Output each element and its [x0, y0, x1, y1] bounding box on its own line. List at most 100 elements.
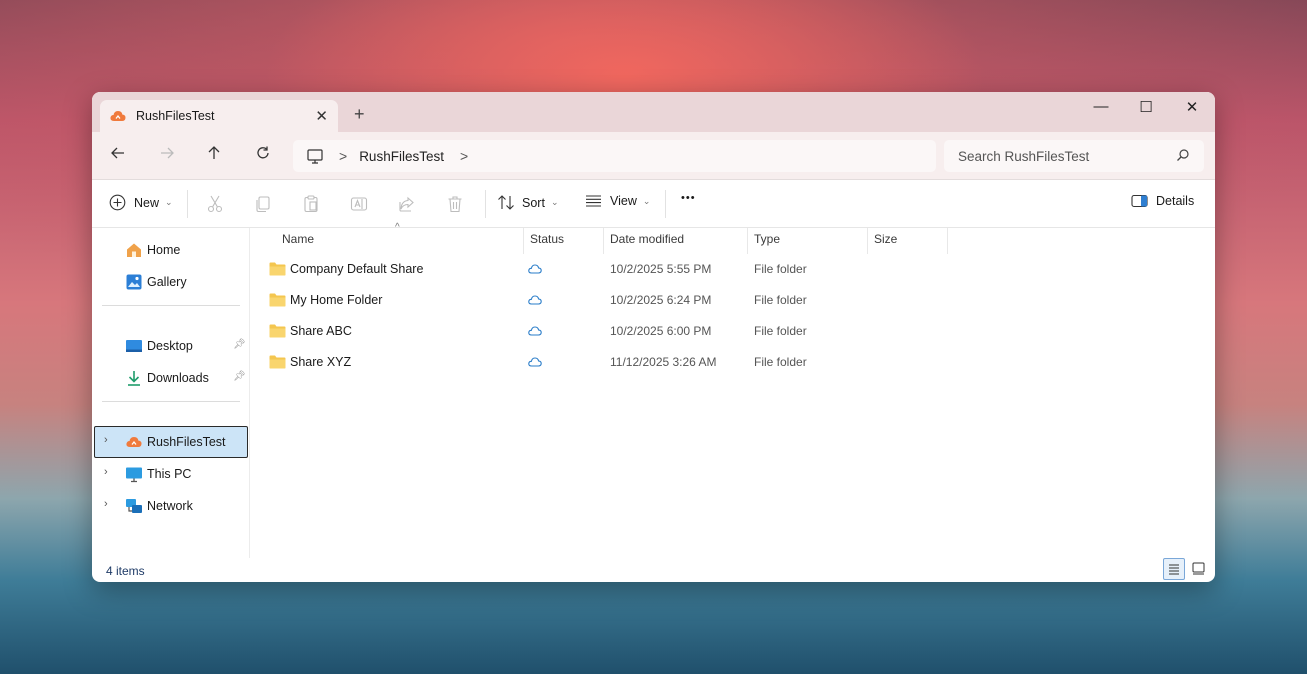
close-window-button[interactable]: ✕: [1177, 98, 1207, 116]
search-input[interactable]: Search RushFilesTest: [944, 140, 1204, 172]
tiles-view-icon: [1192, 562, 1205, 575]
new-tab-button[interactable]: +: [354, 104, 365, 125]
table-row[interactable]: Share XYZ 11/12/2025 3:26 AM File folder: [251, 347, 951, 377]
file-type: File folder: [754, 324, 807, 338]
divider: [102, 401, 240, 402]
monitor-icon: [307, 148, 323, 164]
sidebar-item-desktop[interactable]: Desktop: [125, 334, 193, 358]
pin-icon[interactable]: 📌︎: [233, 371, 246, 382]
details-view-icon: [1169, 564, 1179, 575]
sidebar-item-home[interactable]: Home: [125, 238, 180, 262]
file-type: File folder: [754, 262, 807, 276]
breadcrumb-rushfilestest[interactable]: RushFilesTest: [359, 149, 444, 164]
back-arrow-icon[interactable]: [107, 145, 129, 166]
breadcrumb-chevron-icon[interactable]: >: [339, 148, 347, 164]
date-modified: 11/12/2025 3:26 AM: [610, 355, 717, 369]
date-modified: 10/2/2025 6:00 PM: [610, 324, 712, 338]
tab-label: RushFilesTest: [136, 109, 215, 123]
file-explorer-window: RushFilesTest ✕ + — ☐ ✕ > RushFilesTest: [92, 92, 1215, 582]
details-view-button[interactable]: [1163, 558, 1185, 580]
file-list: ^ Name Status Date modified Type Size Co…: [251, 222, 1215, 558]
sort-label: Sort: [522, 195, 545, 210]
refresh-icon[interactable]: [252, 145, 274, 166]
sidebar-item-label: Downloads: [147, 371, 209, 385]
share-icon[interactable]: [397, 194, 417, 214]
tiles-view-button[interactable]: [1188, 558, 1210, 580]
chevron-right-icon[interactable]: ›: [104, 434, 108, 446]
item-count: 4 items: [106, 564, 145, 578]
file-name: Company Default Share: [290, 262, 424, 276]
paste-icon[interactable]: [301, 194, 321, 214]
table-row[interactable]: Share ABC 10/2/2025 6:00 PM File folder: [251, 316, 951, 346]
copy-icon[interactable]: [253, 194, 273, 214]
column-header-type[interactable]: Type: [754, 232, 780, 246]
rushfiles-cloud-icon: [126, 437, 142, 447]
close-tab-icon[interactable]: ✕: [315, 107, 328, 125]
details-pane-button[interactable]: Details: [1131, 194, 1194, 208]
cloud-status-icon: [528, 264, 542, 274]
column-divider[interactable]: [867, 228, 868, 254]
plus-circle-icon: [109, 194, 126, 211]
chevron-down-icon: ⌄: [165, 197, 173, 207]
sidebar-item-label: Home: [147, 243, 181, 257]
sort-ascending-icon: ^: [395, 222, 400, 233]
table-row[interactable]: Company Default Share 10/2/2025 5:55 PM …: [251, 254, 951, 284]
chevron-right-icon[interactable]: ›: [104, 498, 108, 510]
sidebar-item-gallery[interactable]: Gallery: [125, 270, 187, 294]
address-bar[interactable]: > RushFilesTest >: [293, 140, 936, 172]
sidebar-item-label: RushFilesTest: [147, 435, 226, 449]
search-placeholder: Search RushFilesTest: [958, 148, 1090, 164]
sidebar-item-label: Network: [147, 499, 193, 513]
sidebar-item-rushfilestest[interactable]: RushFilesTest: [125, 430, 226, 454]
column-header-status[interactable]: Status: [530, 232, 564, 246]
cloud-status-icon: [528, 295, 542, 305]
view-button[interactable]: View ⌄: [585, 194, 650, 208]
minimize-button[interactable]: —: [1086, 98, 1116, 115]
forward-arrow-icon[interactable]: [156, 145, 178, 166]
column-divider[interactable]: [947, 228, 948, 254]
folder-icon: [269, 355, 286, 369]
rushfiles-cloud-icon: [110, 111, 126, 121]
column-divider[interactable]: [747, 228, 748, 254]
chevron-down-icon: ⌄: [550, 197, 559, 207]
network-icon: [126, 499, 142, 513]
sidebar-item-downloads[interactable]: Downloads: [125, 366, 209, 390]
computer-icon: [126, 467, 142, 483]
tab-rushfilestest[interactable]: RushFilesTest ✕: [100, 100, 338, 132]
table-row[interactable]: My Home Folder 10/2/2025 6:24 PM File fo…: [251, 285, 951, 315]
column-divider[interactable]: [603, 228, 604, 254]
new-button[interactable]: New ⌄: [109, 194, 173, 211]
pin-icon[interactable]: 📌︎: [233, 339, 246, 350]
column-header-name[interactable]: Name: [282, 232, 314, 246]
file-name: Share ABC: [290, 324, 352, 338]
delete-icon[interactable]: [445, 194, 465, 214]
new-label: New: [134, 195, 160, 210]
sidebar-item-network[interactable]: Network: [125, 494, 193, 518]
download-icon: [128, 371, 140, 386]
cut-icon[interactable]: [205, 194, 225, 214]
divider: [485, 190, 486, 218]
date-modified: 10/2/2025 6:24 PM: [610, 293, 712, 307]
sidebar-item-label: Gallery: [147, 275, 187, 289]
chevron-down-icon: ⌄: [642, 195, 651, 206]
view-label: View: [610, 194, 637, 208]
sort-button[interactable]: Sort ⌄: [497, 194, 558, 211]
breadcrumb-chevron-icon[interactable]: >: [460, 148, 468, 164]
rename-icon[interactable]: [349, 194, 369, 214]
date-modified: 10/2/2025 5:55 PM: [610, 262, 712, 276]
sidebar-item-this-pc[interactable]: This PC: [125, 462, 191, 486]
file-name: My Home Folder: [290, 293, 383, 307]
navigation-pane: Home Gallery Desktop 📌︎ Downloads 📌︎ › R…: [92, 228, 250, 558]
column-header-date-modified[interactable]: Date modified: [610, 232, 684, 246]
chevron-right-icon[interactable]: ›: [104, 466, 108, 478]
maximize-button[interactable]: ☐: [1131, 98, 1161, 116]
up-arrow-icon[interactable]: [203, 145, 225, 166]
column-divider[interactable]: [523, 228, 524, 254]
more-options-icon[interactable]: •••: [681, 192, 696, 204]
status-bar: 4 items: [92, 558, 1215, 582]
column-header-size[interactable]: Size: [874, 232, 897, 246]
command-bar: New ⌄ Sort ⌄ View ⌄ ••• Details: [92, 180, 1215, 228]
sidebar-item-label: This PC: [147, 467, 192, 481]
details-pane-icon: [1131, 194, 1148, 208]
file-type: File folder: [754, 355, 807, 369]
